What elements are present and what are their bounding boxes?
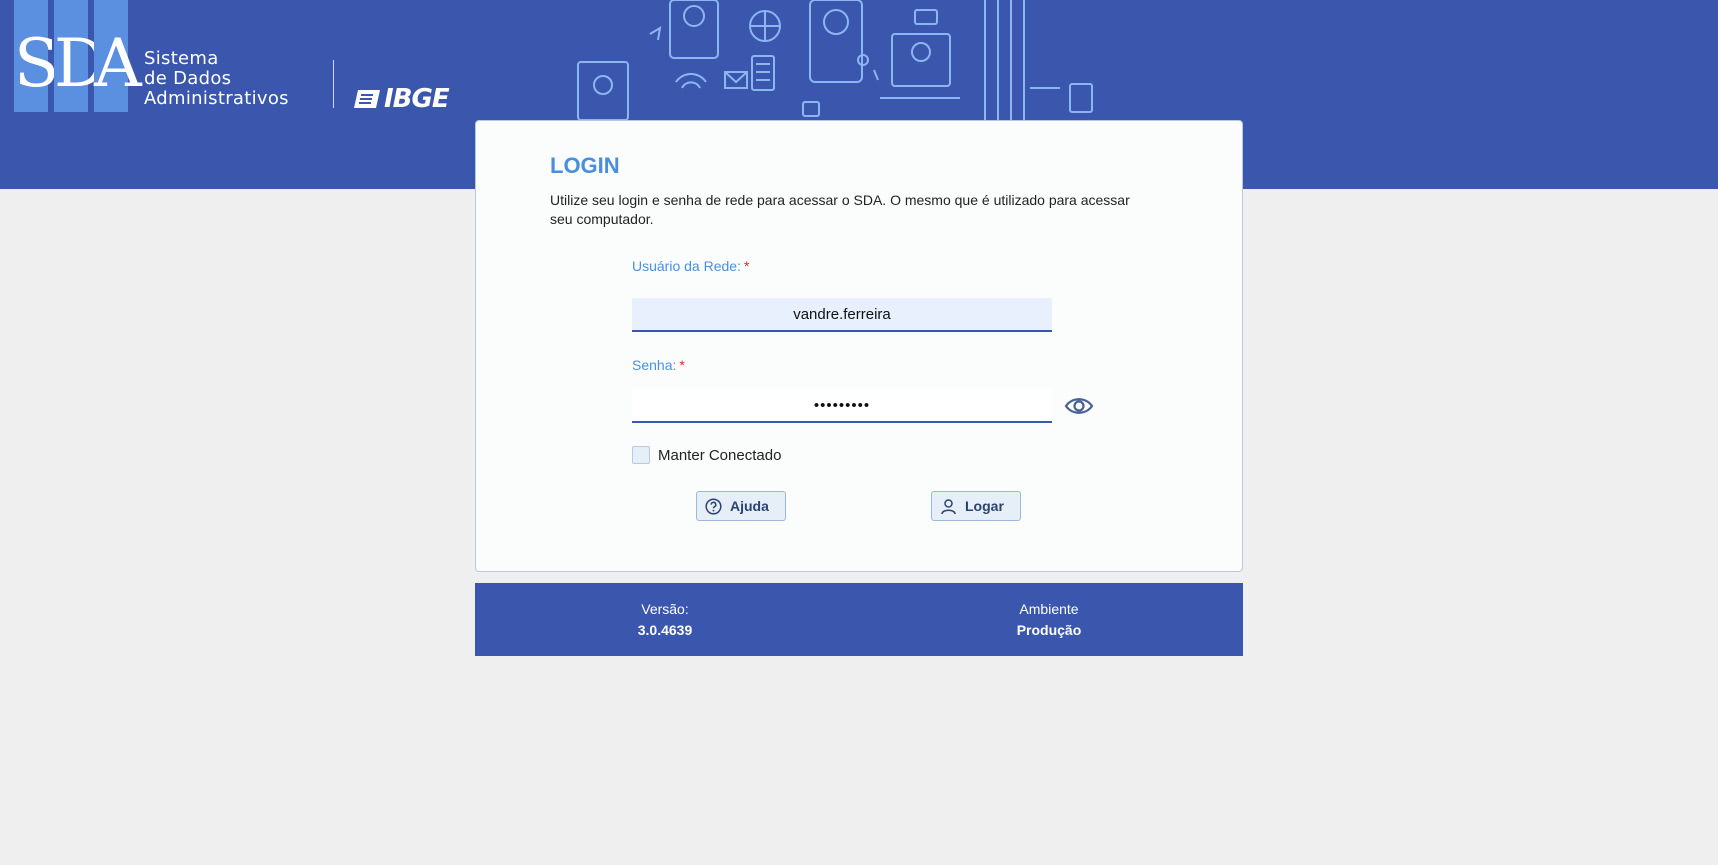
eye-icon	[1064, 398, 1094, 414]
logo-text-line-1: Sistema	[144, 48, 219, 69]
logo-letter-s: S	[14, 0, 59, 112]
required-mark: *	[679, 357, 685, 373]
show-password-toggle[interactable]	[1062, 391, 1096, 421]
login-button-label: Logar	[965, 498, 1004, 514]
username-input[interactable]	[632, 298, 1052, 332]
version-value: 3.0.4639	[637, 622, 693, 638]
question-circle-icon	[705, 497, 722, 515]
required-mark: *	[743, 258, 750, 274]
login-card: LOGIN Utilize seu login e senha de rede …	[475, 120, 1243, 572]
logo-text-line-2: de Dados	[144, 68, 232, 89]
password-label: Senha: *	[632, 357, 685, 373]
help-button[interactable]: Ajuda	[696, 491, 786, 521]
environment-info: Ambiente Produção	[949, 599, 1149, 641]
ibge-logo: IBGE	[352, 84, 450, 114]
digital-icons-illustration	[577, 0, 1093, 120]
help-button-label: Ajuda	[730, 498, 769, 514]
logo-letter-d: D	[54, 0, 107, 112]
version-info: Versão: 3.0.4639	[565, 599, 765, 641]
login-title: LOGIN	[550, 153, 620, 178]
ibge-wordmark: IBGE	[384, 84, 450, 114]
logo-text-line-3: Administrativos	[144, 88, 289, 109]
password-label-text: Senha:	[632, 357, 677, 373]
username-label-text: Usuário da Rede:	[632, 258, 741, 274]
remember-me-checkbox[interactable]	[632, 446, 650, 464]
logo-text: Sistema de Dados Administrativos	[144, 49, 289, 109]
version-label: Versão:	[641, 601, 689, 617]
footer-info: Versão: 3.0.4639 Ambiente Produção	[475, 583, 1243, 656]
environment-label: Ambiente	[1019, 601, 1079, 617]
remember-me-label: Manter Conectado	[658, 446, 782, 464]
header-divider	[333, 60, 334, 108]
remember-me[interactable]: Manter Conectado	[632, 446, 781, 464]
login-description: Utilize seu login e senha de rede para a…	[550, 192, 1130, 227]
ibge-mark-icon	[354, 90, 380, 108]
sda-logo: S D A Sistema de Dados Administrativos	[14, 0, 314, 112]
username-label: Usuário da Rede: *	[632, 258, 749, 274]
user-icon	[941, 498, 956, 514]
login-button[interactable]: Logar	[931, 491, 1021, 521]
environment-value: Produção	[1016, 622, 1082, 638]
logo-letter-a: A	[94, 0, 142, 112]
password-input[interactable]	[632, 389, 1052, 423]
